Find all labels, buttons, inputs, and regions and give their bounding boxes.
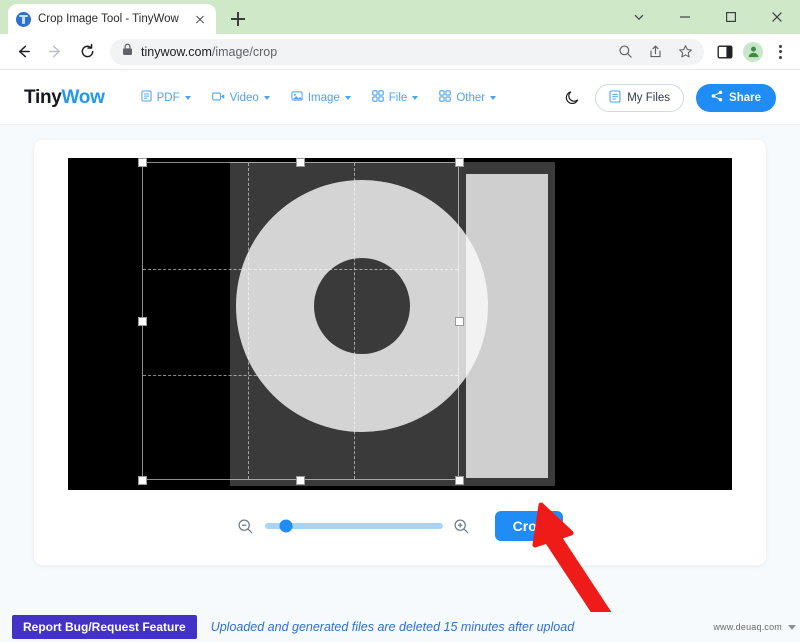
nav-item-video[interactable]: Video <box>211 91 270 105</box>
image-picture-icon <box>291 90 303 105</box>
nav-item-pdf[interactable]: PDF <box>141 90 191 105</box>
browser-window: Crop Image Tool - TinyWow tinywow.com/im… <box>0 0 800 642</box>
nav-label-image: Image <box>307 91 340 104</box>
chevron-down-icon <box>412 95 419 100</box>
search-icon[interactable] <box>612 39 638 65</box>
star-icon[interactable] <box>672 39 698 65</box>
forward-arrow-icon[interactable] <box>40 37 70 67</box>
lock-icon <box>122 43 133 61</box>
tinywow-logo[interactable]: TinyWow <box>24 87 105 109</box>
report-bug-button[interactable]: Report Bug/Request Feature <box>12 615 197 639</box>
share-nodes-icon <box>711 90 723 105</box>
site-header: TinyWow PDF Video Image File Other My Fi… <box>0 71 800 125</box>
share-icon[interactable] <box>642 39 668 65</box>
chevron-down-icon <box>263 95 270 100</box>
nav-label-video: Video <box>229 91 259 104</box>
my-files-button[interactable]: My Files <box>595 83 685 112</box>
tab-title: Crop Image Tool - TinyWow <box>38 13 179 25</box>
share-label: Share <box>729 91 761 104</box>
pdf-document-icon <box>141 90 152 105</box>
browser-toolbar: tinywow.com/image/crop <box>0 34 800 70</box>
image-crop-canvas[interactable] <box>68 158 732 490</box>
window-controls <box>616 0 800 34</box>
video-camera-icon <box>211 91 225 105</box>
share-button[interactable]: Share <box>696 83 776 112</box>
scroll-down-caret-icon[interactable] <box>788 624 796 630</box>
nav-label-pdf: PDF <box>156 91 180 104</box>
browser-titlebar: Crop Image Tool - TinyWow <box>0 0 800 34</box>
tab-close-icon[interactable] <box>191 11 208 28</box>
back-arrow-icon[interactable] <box>8 37 38 67</box>
window-close-icon[interactable] <box>754 0 800 34</box>
crop-handle-bottom-left[interactable] <box>138 476 147 485</box>
logo-text-wow: Wow <box>61 86 105 108</box>
content-area: Crop <box>0 125 800 642</box>
nav-item-other[interactable]: Other <box>439 90 497 105</box>
maximize-icon[interactable] <box>708 0 754 34</box>
header-actions: My Files Share <box>561 83 776 112</box>
tinywow-favicon-icon <box>16 11 31 27</box>
browser-tab[interactable]: Crop Image Tool - TinyWow <box>8 4 216 34</box>
zoom-in-icon[interactable] <box>453 517 471 535</box>
reload-icon[interactable] <box>72 37 102 67</box>
three-dot-menu-icon[interactable] <box>768 39 792 65</box>
side-panel-icon[interactable] <box>712 39 738 65</box>
letter-a-counter <box>314 258 410 354</box>
nav-label-other: Other <box>456 91 486 104</box>
crop-handle-middle-left[interactable] <box>138 317 147 326</box>
nav-item-file[interactable]: File <box>372 90 419 105</box>
my-files-label: My Files <box>627 91 671 104</box>
address-bar[interactable]: tinywow.com/image/crop <box>110 38 704 65</box>
tab-search-chevron-down-icon[interactable] <box>616 0 662 34</box>
files-list-icon <box>609 89 621 106</box>
page-footer: Report Bug/Request Feature Uploaded and … <box>0 612 800 642</box>
main-navigation: PDF Video Image File Other <box>141 90 497 105</box>
image-preview-region <box>230 162 555 486</box>
file-grid-icon <box>372 90 384 105</box>
nav-item-image[interactable]: Image <box>291 90 351 105</box>
nav-label-file: File <box>388 91 408 104</box>
logo-text-tiny: Tiny <box>24 86 62 108</box>
zoom-slider-thumb[interactable] <box>279 519 293 533</box>
crop-tool-card: Crop <box>34 140 766 565</box>
zoom-out-icon[interactable] <box>237 517 255 535</box>
new-tab-button[interactable] <box>225 6 251 32</box>
chevron-down-icon <box>184 95 191 100</box>
minimize-icon[interactable] <box>662 0 708 34</box>
crop-handle-top-left[interactable] <box>138 158 147 167</box>
chevron-down-icon <box>344 95 351 100</box>
other-grid-icon <box>439 90 452 105</box>
editor-controls: Crop <box>55 490 745 565</box>
site-watermark: www.deuaq.com <box>713 622 782 632</box>
moon-icon[interactable] <box>561 87 583 109</box>
web-page: TinyWow PDF Video Image File Other My Fi… <box>0 71 800 642</box>
crop-button[interactable]: Crop <box>494 511 564 541</box>
zoom-slider[interactable] <box>264 519 443 533</box>
address-bar-url: tinywow.com/image/crop <box>141 44 278 59</box>
file-deletion-notice: Uploaded and generated files are deleted… <box>210 620 575 634</box>
profile-avatar-icon[interactable] <box>740 39 766 65</box>
chevron-down-icon <box>490 95 497 100</box>
